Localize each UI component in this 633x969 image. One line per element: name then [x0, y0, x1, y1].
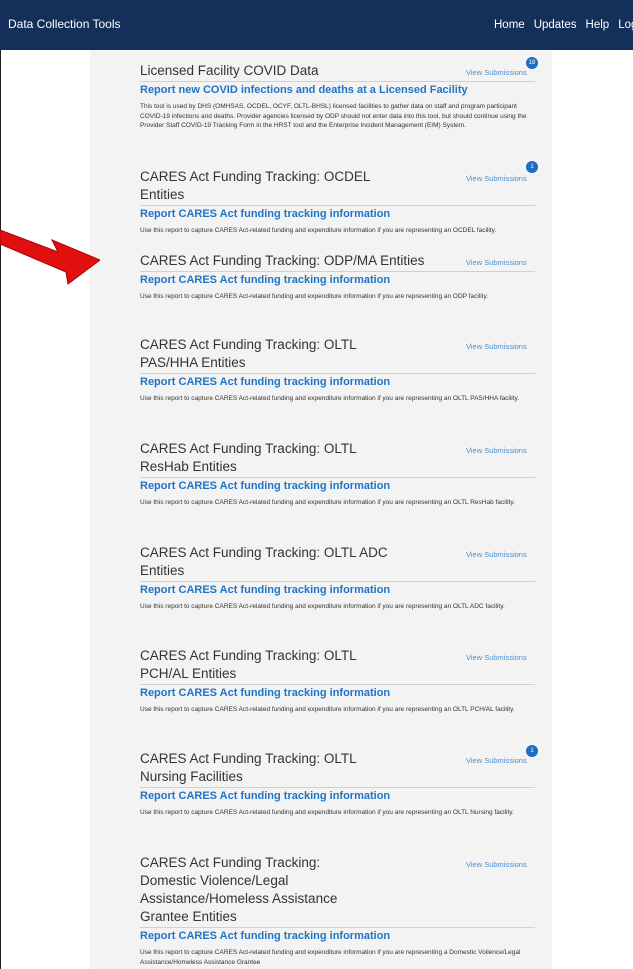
report-link[interactable]: Report CARES Act funding tracking inform…	[140, 583, 535, 598]
nav-help-link[interactable]: Help	[586, 19, 610, 31]
nav-home-link[interactable]: Home	[494, 19, 525, 31]
tool-card-oltl-adc: CARES Act Funding Tracking: OLTL ADC Ent…	[140, 544, 535, 612]
card-description: Use this report to capture CARES Act-rel…	[140, 227, 497, 234]
report-link[interactable]: Report new COVID infections and deaths a…	[140, 83, 535, 98]
nav-updates-link[interactable]: Updates	[534, 19, 577, 31]
tool-card-oltl-pas-hha: CARES Act Funding Tracking: OLTL PAS/HHA…	[140, 336, 535, 404]
card-title: CARES Act Funding Tracking: OLTL Nursing…	[140, 751, 357, 784]
card-description: This tool is used by DHS (OMHSAS, OCDEL,…	[140, 103, 527, 129]
tool-card-oltl-pch-al: CARES Act Funding Tracking: OLTL PCH/AL …	[140, 647, 535, 715]
view-submissions-link[interactable]: View Submissions	[466, 550, 527, 559]
top-nav-bar: Data Collection Tools Home Updates Help Log…	[0, 0, 633, 50]
nav-logout-link[interactable]: Logout	[618, 19, 633, 31]
card-description: Use this report to capture CARES Act-rel…	[140, 706, 515, 713]
view-submissions-link[interactable]: View Submissions	[466, 68, 527, 77]
tools-list: Licensed Facility COVID Data View Submis…	[90, 50, 552, 969]
card-description: Use this report to capture CARES Act-rel…	[140, 809, 514, 816]
view-submissions-link[interactable]: View Submissions	[466, 446, 527, 455]
card-divider	[140, 271, 535, 272]
card-title: CARES Act Funding Tracking: OCDEL Entiti…	[140, 169, 370, 202]
card-title: Licensed Facility COVID Data	[140, 63, 319, 78]
app-brand[interactable]: Data Collection Tools	[8, 17, 121, 31]
tool-card-licensed-facility-covid: Licensed Facility COVID Data View Submis…	[140, 57, 538, 131]
report-link[interactable]: Report CARES Act funding tracking inform…	[140, 375, 535, 390]
view-submissions-link[interactable]: View Submissions	[466, 756, 527, 765]
top-nav-links: Home Updates Help Logout	[494, 19, 633, 31]
card-description: Use this report to capture CARES Act-rel…	[140, 949, 521, 966]
submission-count-badge: 1	[526, 161, 538, 173]
card-divider	[140, 477, 535, 478]
card-title: CARES Act Funding Tracking: OLTL PCH/AL …	[140, 648, 357, 681]
window-border	[0, 50, 1, 969]
card-divider	[140, 81, 535, 82]
view-submissions-link[interactable]: View Submissions	[466, 860, 527, 869]
card-description: Use this report to capture CARES Act-rel…	[140, 603, 505, 610]
card-divider	[140, 205, 535, 206]
submission-count-badge: 1	[526, 745, 538, 757]
tool-card-ocdel: CARES Act Funding Tracking: OCDEL Entiti…	[140, 161, 538, 236]
red-arrow-annotation	[0, 229, 100, 285]
card-title: CARES Act Funding Tracking: Domestic Vio…	[140, 855, 338, 924]
report-link[interactable]: Report CARES Act funding tracking inform…	[140, 686, 535, 701]
card-divider	[140, 927, 535, 928]
view-submissions-link[interactable]: View Submissions	[466, 174, 527, 183]
view-submissions-link[interactable]: View Submissions	[466, 258, 527, 267]
tool-card-oltl-reshab: CARES Act Funding Tracking: OLTL ResHab …	[140, 440, 535, 508]
arrow-shape	[0, 229, 100, 285]
card-title: CARES Act Funding Tracking: ODP/MA Entit…	[140, 253, 425, 268]
card-divider	[140, 373, 535, 374]
report-link[interactable]: Report CARES Act funding tracking inform…	[140, 789, 535, 804]
card-title: CARES Act Funding Tracking: OLTL PAS/HHA…	[140, 337, 357, 370]
card-description: Use this report to capture CARES Act-rel…	[140, 293, 489, 300]
report-link[interactable]: Report CARES Act funding tracking inform…	[140, 479, 535, 494]
tool-card-oltl-nursing: CARES Act Funding Tracking: OLTL Nursing…	[140, 745, 538, 818]
card-description: Use this report to capture CARES Act-rel…	[140, 395, 520, 402]
report-link[interactable]: Report CARES Act funding tracking inform…	[140, 207, 535, 222]
card-title: CARES Act Funding Tracking: OLTL ADC Ent…	[140, 545, 388, 578]
view-submissions-link[interactable]: View Submissions	[466, 342, 527, 351]
card-title: CARES Act Funding Tracking: OLTL ResHab …	[140, 441, 357, 474]
card-divider	[140, 581, 535, 582]
card-divider	[140, 787, 535, 788]
card-divider	[140, 684, 535, 685]
card-description: Use this report to capture CARES Act-rel…	[140, 499, 515, 506]
report-link[interactable]: Report CARES Act funding tracking inform…	[140, 929, 535, 944]
tool-card-domestic-violence: CARES Act Funding Tracking: Domestic Vio…	[140, 854, 535, 967]
tool-card-odp-ma: CARES Act Funding Tracking: ODP/MA Entit…	[140, 252, 535, 302]
submission-count-badge: 18	[526, 57, 538, 69]
report-link[interactable]: Report CARES Act funding tracking inform…	[140, 273, 535, 288]
view-submissions-link[interactable]: View Submissions	[466, 653, 527, 662]
